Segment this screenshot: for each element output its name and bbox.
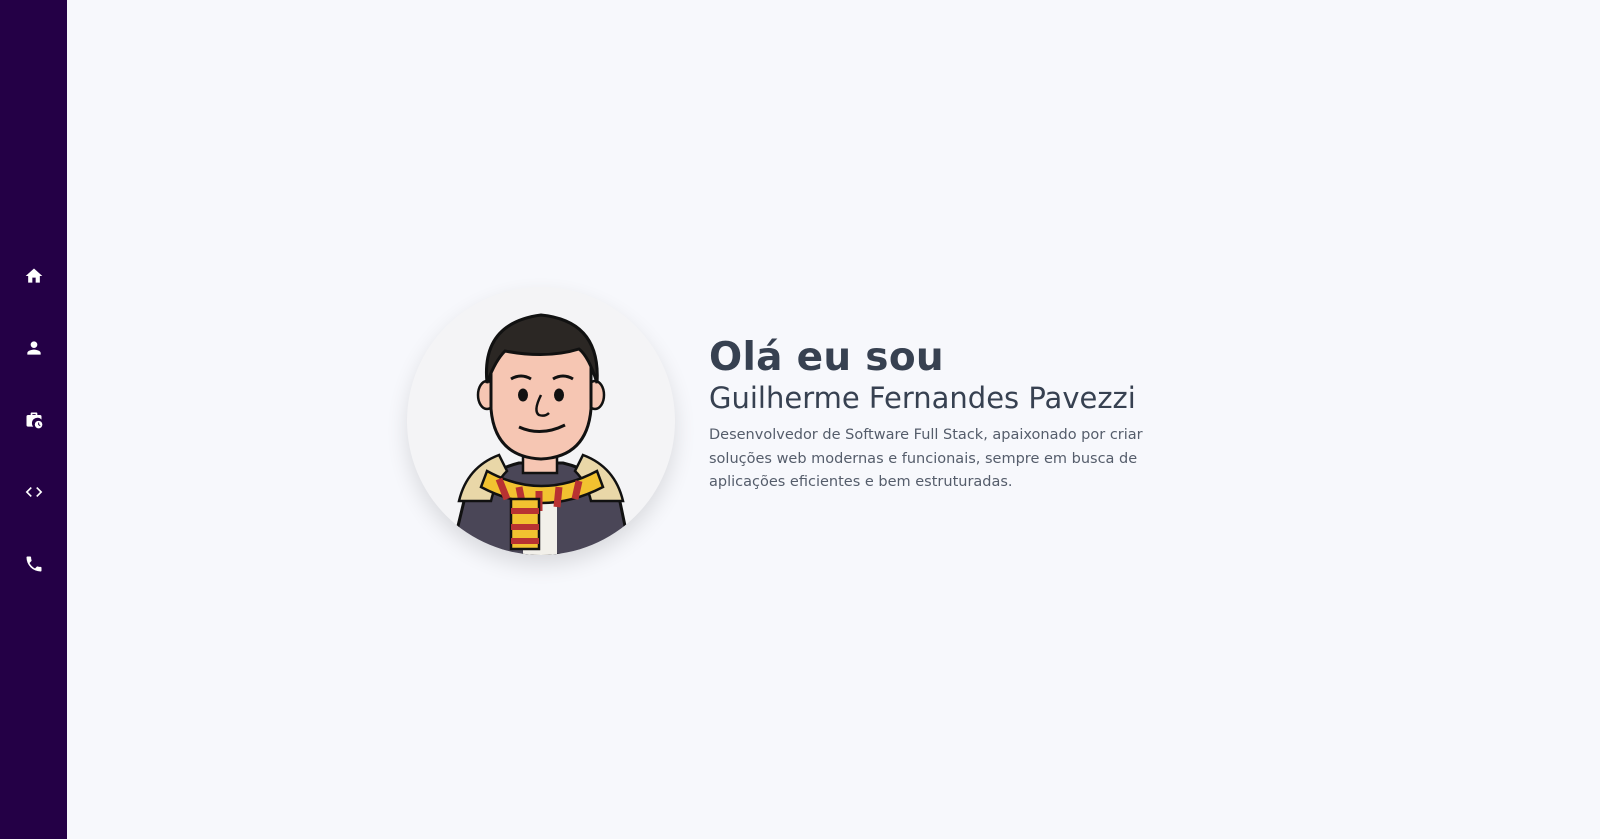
nav-contact[interactable] [0,528,67,600]
user-icon [26,340,41,355]
main-content: Olá eu sou Guilherme Fernandes Pavezzi D… [67,0,1600,839]
code-icon [25,486,42,497]
bio-text: Desenvolvedor de Software Full Stack, ap… [709,427,1143,490]
sidebar-nav [0,0,67,839]
greeting-heading: Olá eu sou [709,335,944,380]
name-heading: Guilherme Fernandes Pavezzi [709,381,1136,415]
home-icon [25,268,42,283]
hero-intro: Olá eu sou Guilherme Fernandes Pavezzi D… [709,336,1209,495]
nav-projects[interactable] [0,456,67,528]
phone-icon [26,556,41,571]
briefcase-icon [26,412,42,428]
nav-about[interactable] [0,312,67,384]
nav-experience[interactable] [0,384,67,456]
nav-home[interactable] [0,240,67,312]
avatar [407,287,675,555]
cartoon-avatar-image [449,288,633,555]
